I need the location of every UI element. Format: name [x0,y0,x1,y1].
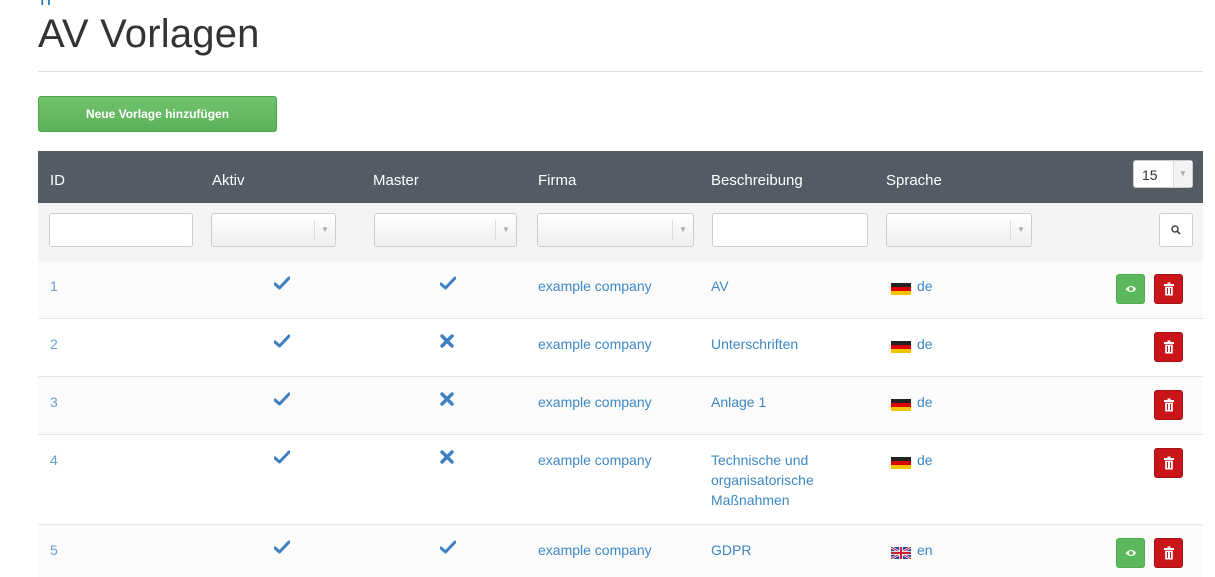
trash-icon [1163,282,1174,296]
company-link[interactable]: example company [538,392,652,412]
cut-off-header-fragment: n [40,0,70,6]
table-row: 2 example company Unterschriften de [38,319,1203,377]
language-label: de [917,452,933,468]
description-link[interactable]: Unterschriften [711,334,851,354]
title-divider [38,71,1203,72]
delete-button[interactable] [1154,538,1183,568]
trash-icon [1163,340,1174,354]
trash-icon [1163,456,1174,470]
page-size-select[interactable]: 15 ▼ [1133,160,1193,188]
sprache-filter-select[interactable]: ▼ [886,213,1032,247]
description-link[interactable]: Technische und organisatorische Maßnahme… [711,450,851,510]
check-icon [439,276,457,295]
check-icon [273,392,291,411]
master-filter-select[interactable]: ▼ [374,213,517,247]
firma-filter-select[interactable]: ▼ [537,213,694,247]
company-link[interactable]: example company [538,540,652,560]
table-header: ID Aktiv Master Firma Beschreibung Sprac… [38,151,1203,203]
delete-button[interactable] [1154,332,1183,362]
de-flag-icon [891,454,911,469]
column-header-sprache[interactable]: Sprache [886,151,942,203]
language-label: en [917,542,933,558]
check-icon [273,276,291,295]
filter-row: ▼ ▼ ▼ ▼ [38,203,1203,262]
cross-icon [440,392,454,411]
row-id-link[interactable]: 4 [50,450,58,470]
uk-flag-icon [890,544,912,561]
table-row: 4 example company Technische und organisat… [38,435,1203,525]
trash-icon [1163,398,1174,412]
language-cell[interactable]: de [891,392,933,412]
check-icon [439,540,457,559]
de-flag-icon [891,338,911,353]
chevron-down-icon: ▼ [672,220,693,240]
templates-table: ID Aktiv Master Firma Beschreibung Sprac… [38,151,1203,577]
check-icon [273,540,291,559]
trash-icon [1163,546,1174,560]
row-id-link[interactable]: 2 [50,334,58,354]
delete-button[interactable] [1154,274,1183,304]
chevron-down-icon: ▼ [495,220,516,240]
delete-button[interactable] [1154,390,1183,420]
company-link[interactable]: example company [538,276,652,296]
column-header-beschreibung[interactable]: Beschreibung [711,151,803,203]
language-cell[interactable]: de [891,276,933,296]
beschreibung-filter-input[interactable] [712,213,868,247]
eye-icon [1125,286,1136,292]
page-size-value: 15 [1142,167,1158,183]
language-cell[interactable]: de [891,450,933,470]
search-button[interactable] [1159,213,1193,247]
description-link[interactable]: Anlage 1 [711,392,851,412]
row-id-link[interactable]: 5 [50,540,58,560]
check-icon [273,450,291,469]
table-row: 5 example company GDPR en [38,525,1203,577]
view-button[interactable] [1116,274,1145,304]
language-label: de [917,394,933,410]
company-link[interactable]: example company [538,334,652,354]
column-header-aktiv[interactable]: Aktiv [212,151,245,203]
search-icon [1171,225,1181,235]
eye-icon [1125,550,1136,556]
company-link[interactable]: example company [538,450,652,470]
add-template-button[interactable]: Neue Vorlage hinzufügen [38,96,277,132]
chevron-down-icon: ▼ [1173,161,1192,187]
view-button[interactable] [1116,538,1145,568]
aktiv-filter-select[interactable]: ▼ [211,213,336,247]
id-filter-input[interactable] [49,213,193,247]
check-icon [273,334,291,353]
chevron-down-icon: ▼ [314,220,335,240]
chevron-down-icon: ▼ [1010,220,1031,240]
row-id-link[interactable]: 1 [50,276,58,296]
column-header-firma[interactable]: Firma [538,151,576,203]
language-label: de [917,336,933,352]
delete-button[interactable] [1154,448,1183,478]
description-link[interactable]: AV [711,276,851,296]
table-row: 1 example company AV de [38,261,1203,319]
language-cell[interactable]: de [891,334,933,354]
table-row: 3 example company Anlage 1 de [38,377,1203,435]
cross-icon [440,450,454,469]
column-header-master[interactable]: Master [373,151,419,203]
page-title: AV Vorlagen [38,12,260,56]
de-flag-icon [891,396,911,411]
language-label: de [917,278,933,294]
column-header-id[interactable]: ID [50,151,65,203]
row-id-link[interactable]: 3 [50,392,58,412]
de-flag-icon [891,280,911,295]
language-cell[interactable]: en [890,540,933,561]
cross-icon [440,334,454,353]
description-link[interactable]: GDPR [711,540,851,560]
